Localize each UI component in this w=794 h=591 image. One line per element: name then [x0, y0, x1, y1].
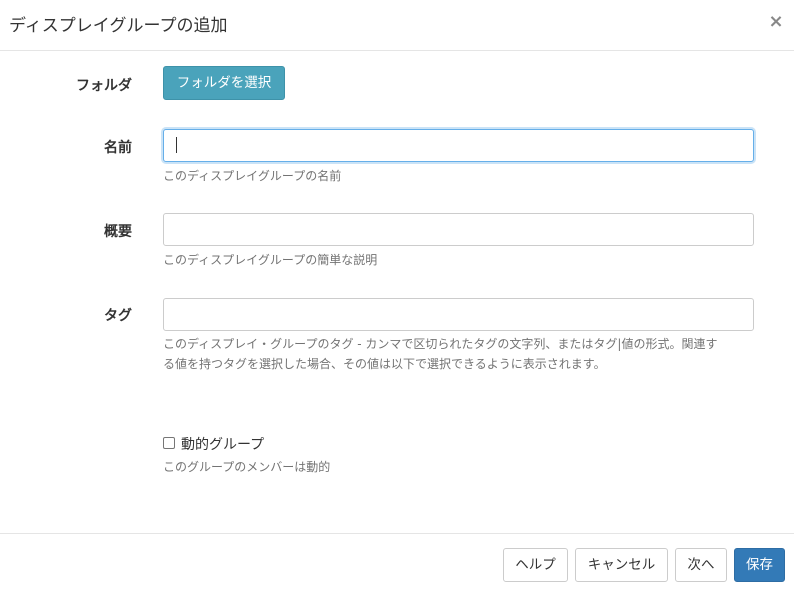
tags-input[interactable] — [163, 298, 754, 331]
description-input[interactable] — [163, 213, 754, 246]
tags-help-text: このディスプレイ・グループのタグ - カンマで区切られたタグの文字列、またはタグ… — [163, 334, 758, 374]
tags-help-line-2: る値を持つタグを選択した場合、その値は以下で選択できるように表示されます。 — [163, 357, 606, 371]
tags-label: タグ — [104, 308, 132, 324]
help-button[interactable]: ヘルプ — [503, 548, 568, 582]
dialog-header: ディスプレイグループの追加 × — [0, 0, 794, 51]
description-help-text: このディスプレイグループの簡単な説明 — [163, 253, 378, 267]
dynamic-group-label[interactable]: 動的グループ — [181, 434, 264, 454]
text-caret — [176, 137, 177, 153]
name-input[interactable] — [163, 129, 754, 162]
dialog-title: ディスプレイグループの追加 — [9, 16, 228, 36]
save-button[interactable]: 保存 — [734, 548, 785, 582]
tags-help-line-1: このディスプレイ・グループのタグ - カンマで区切られたタグの文字列、またはタグ… — [163, 337, 718, 351]
folder-label: フォルダ — [76, 78, 132, 94]
description-label: 概要 — [104, 224, 132, 240]
dynamic-group-help-text: このグループのメンバーは動的 — [163, 460, 331, 474]
close-icon[interactable]: × — [768, 12, 784, 32]
name-label: 名前 — [104, 140, 132, 156]
next-button[interactable]: 次へ — [675, 548, 727, 582]
dynamic-group-checkbox[interactable] — [163, 437, 175, 449]
select-folder-button[interactable]: フォルダを選択 — [163, 66, 285, 100]
cancel-button[interactable]: キャンセル — [575, 548, 668, 582]
name-help-text: このディスプレイグループの名前 — [163, 169, 342, 183]
